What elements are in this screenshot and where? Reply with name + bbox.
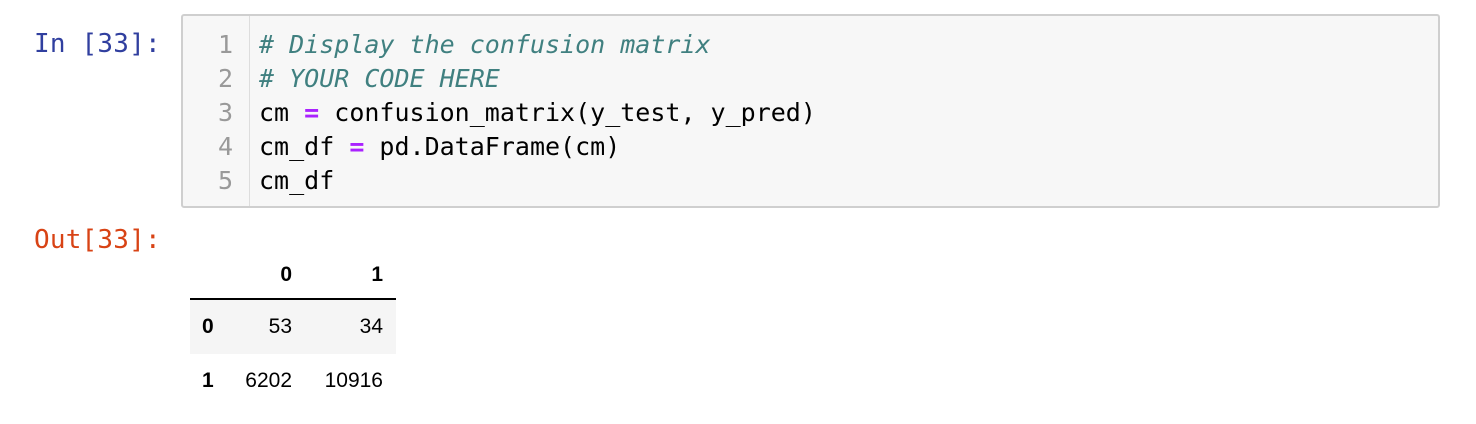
column-header: 0 <box>280 263 292 286</box>
line-number: 5 <box>217 166 233 195</box>
row-index: 0 <box>202 315 214 338</box>
line-number-gutter: 1 2 3 4 5 <box>183 16 250 206</box>
table-cell: 34 <box>359 315 383 338</box>
line-number: 1 <box>217 30 233 59</box>
table-cell: 6202 <box>245 369 292 392</box>
output-prompt: Out[33]: <box>34 225 161 255</box>
code-token: cm_df <box>259 132 350 161</box>
code-comment: # Display the confusion matrix <box>259 30 711 59</box>
code-line-2[interactable]: # YOUR CODE HERE <box>259 62 500 96</box>
code-line-1[interactable]: # Display the confusion matrix <box>259 28 711 62</box>
column-header: 1 <box>371 263 383 286</box>
code-token: confusion_matrix(y_test, y_pred) <box>319 98 816 127</box>
code-line-5[interactable]: cm_df <box>259 164 334 198</box>
code-operator: = <box>349 132 365 161</box>
input-prompt: In [33]: <box>34 29 161 59</box>
line-number: 4 <box>217 132 233 161</box>
code-operator: = <box>304 98 320 127</box>
output-dataframe-table: 0 1 0 53 34 1 6202 10916 <box>190 252 396 408</box>
code-token: cm <box>259 98 305 127</box>
code-comment: # YOUR CODE HERE <box>259 64 500 93</box>
table-row: 0 53 34 <box>190 300 396 354</box>
row-index: 1 <box>202 369 214 392</box>
table-row: 1 6202 10916 <box>190 354 396 408</box>
table-cell: 53 <box>268 315 292 338</box>
code-line-4[interactable]: cm_df = pd.DataFrame(cm) <box>259 130 620 164</box>
table-cell: 10916 <box>324 369 383 392</box>
code-line-3[interactable]: cm = confusion_matrix(y_test, y_pred) <box>259 96 816 130</box>
table-header-row: 0 1 <box>190 252 396 300</box>
code-token: pd.DataFrame(cm) <box>364 132 621 161</box>
line-number: 2 <box>217 64 233 93</box>
line-number: 3 <box>217 98 233 127</box>
code-token: cm_df <box>259 166 335 195</box>
code-cell[interactable]: 1 2 3 4 5 # Display the confusion matrix… <box>181 14 1440 208</box>
